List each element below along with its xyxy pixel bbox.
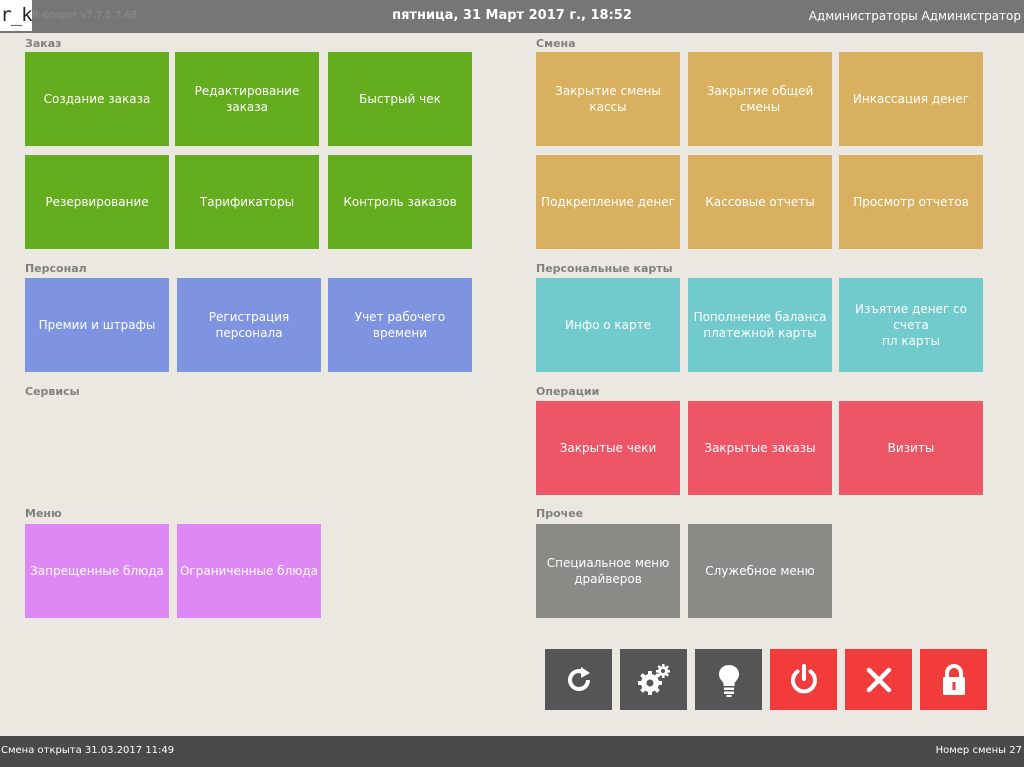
order-control-button[interactable]: Контроль заказов <box>328 155 472 249</box>
cash-collection-button[interactable]: Инкассация денег <box>839 52 983 146</box>
lock-button[interactable] <box>920 649 987 710</box>
close-icon <box>866 667 891 692</box>
staff-registration-button[interactable]: Регистрация персонала <box>177 278 321 372</box>
card-withdraw-button[interactable]: Изъятие денег со счета пл карты <box>839 278 983 372</box>
create-order-button[interactable]: Создание заказа <box>25 52 169 146</box>
settings-button[interactable] <box>620 649 687 710</box>
current-user[interactable]: Администраторы Администратор <box>809 9 1021 23</box>
tariffs-button[interactable]: Тарификаторы <box>175 155 319 249</box>
section-title-other: Прочее <box>536 507 584 520</box>
gears-icon <box>637 663 670 695</box>
power-button[interactable] <box>770 649 837 710</box>
shift-number-status: Номер смены 27 <box>935 745 1022 756</box>
power-icon <box>790 663 817 693</box>
section-title-services: Сервисы <box>25 385 80 398</box>
time-tracking-button[interactable]: Учет рабочего времени <box>328 278 472 372</box>
section-title-personnel: Персонал <box>25 262 87 275</box>
hint-button[interactable] <box>695 649 762 710</box>
close-cash-shift-button[interactable]: Закрытие смены кассы <box>536 52 680 146</box>
status-bar: Смена открыта 31.03.2017 11:49 Номер сме… <box>0 736 1024 767</box>
top-bar: r_k R-Keeper v7.7.5.7.68 пятница, 31 Мар… <box>0 0 1024 33</box>
cash-deposit-button[interactable]: Подкрепление денег <box>536 155 680 249</box>
driver-special-menu-button[interactable]: Специальное меню драйверов <box>536 524 680 618</box>
close-general-shift-button[interactable]: Закрытие общей смены <box>688 52 832 146</box>
edit-order-button[interactable]: Редактирование заказа <box>175 52 319 146</box>
section-title-cards: Персональные карты <box>536 262 673 275</box>
limited-dishes-button[interactable]: Ограниченные блюда <box>177 524 321 618</box>
closed-checks-button[interactable]: Закрытые чеки <box>536 401 680 495</box>
section-title-order: Заказ <box>25 37 62 50</box>
section-title-menu: Меню <box>25 507 62 520</box>
visits-button[interactable]: Визиты <box>839 401 983 495</box>
bonuses-penalties-button[interactable]: Премии и штрафы <box>25 278 169 372</box>
section-title-shift: Смена <box>536 37 576 50</box>
service-menu-button[interactable]: Служебное меню <box>688 524 832 618</box>
reservation-button[interactable]: Резервирование <box>25 155 169 249</box>
cash-reports-button[interactable]: Кассовые отчеты <box>688 155 832 249</box>
section-title-operations: Операции <box>536 385 600 398</box>
forbidden-dishes-button[interactable]: Запрещенные блюда <box>25 524 169 618</box>
shift-opened-status: Смена открыта 31.03.2017 11:49 <box>1 745 175 756</box>
card-topup-button[interactable]: Пополнение баланса платежной карты <box>688 278 832 372</box>
quick-check-button[interactable]: Быстрый чек <box>328 52 472 146</box>
lock-icon <box>942 663 965 695</box>
closed-orders-button[interactable]: Закрытые заказы <box>688 401 832 495</box>
view-reports-button[interactable]: Просмотр отчетов <box>839 155 983 249</box>
lightbulb-icon <box>718 664 739 697</box>
close-button[interactable] <box>845 649 912 710</box>
refresh-icon <box>567 666 590 691</box>
card-info-button[interactable]: Инфо о карте <box>536 278 680 372</box>
refresh-button[interactable] <box>545 649 612 710</box>
